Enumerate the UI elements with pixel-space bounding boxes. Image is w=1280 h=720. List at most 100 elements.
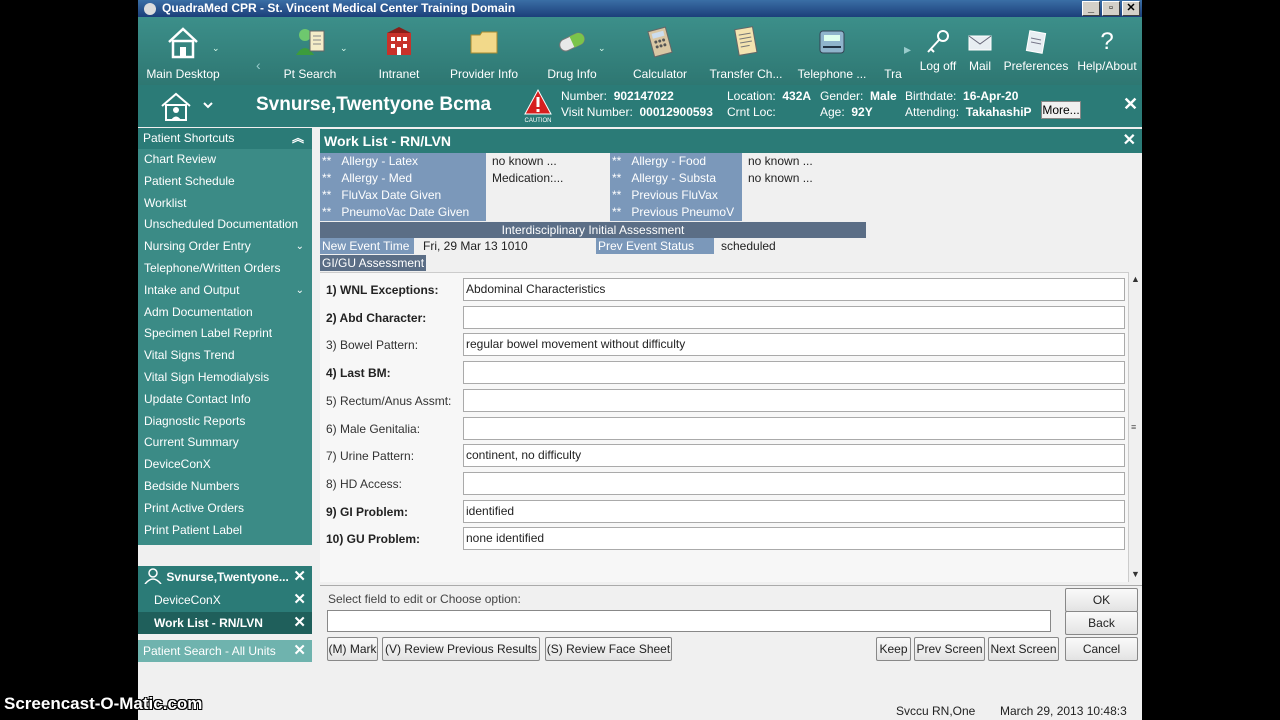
main-desktop-button[interactable]: ⌄ Main Desktop xyxy=(138,17,228,85)
allergy-med-value[interactable]: Medication:... xyxy=(486,170,610,187)
sidebar-item-telephone-written-orders[interactable]: Telephone/Written Orders xyxy=(138,258,312,280)
sidebar-item-vital-sign-hemodialysis[interactable]: Vital Sign Hemodialysis xyxy=(138,367,312,389)
review-face-sheet-button[interactable]: (S) Review Face Sheet xyxy=(545,637,672,661)
person-icon xyxy=(143,568,166,585)
ok-button[interactable]: OK xyxy=(1065,588,1138,612)
task-devicecon-item[interactable]: DeviceConX ✕ xyxy=(138,589,312,611)
patient-shortcuts-header[interactable]: Patient Shortcuts ︽ xyxy=(138,128,312,149)
sidebar-item-current-summary[interactable]: Current Summary xyxy=(138,432,312,454)
app-icon xyxy=(144,2,156,15)
field-input[interactable] xyxy=(463,361,1125,385)
back-button[interactable]: Back xyxy=(1065,611,1138,635)
task-label: DeviceConX xyxy=(154,593,221,607)
intranet-button[interactable]: Intranet xyxy=(360,17,438,85)
field-input[interactable] xyxy=(463,305,1125,329)
close-patient-icon[interactable]: ✕ xyxy=(1123,94,1138,115)
field-input[interactable]: Abdominal Characteristics xyxy=(463,278,1125,301)
field-input[interactable] xyxy=(463,471,1125,495)
field-input[interactable]: regular bowel movement without difficult… xyxy=(463,333,1125,357)
allergy-label: Allergy - Latex xyxy=(341,154,419,168)
collapse-up-icon[interactable]: ︽ xyxy=(292,128,304,149)
toolbar-label: Transfer Ch... xyxy=(709,67,783,81)
maximize-button[interactable]: ▫ xyxy=(1102,1,1120,16)
toolbar-label: Telephone ... xyxy=(797,67,867,81)
form-row: 3) Bowel Pattern: regular bowel movement … xyxy=(320,332,1128,360)
sidebar-item-label: Adm Documentation xyxy=(144,304,253,319)
sidebar-item-specimen-label-reprint[interactable]: Specimen Label Reprint xyxy=(138,323,312,345)
gender-label: Gender: xyxy=(820,89,864,103)
task-worklist-item[interactable]: Work List - RN/LVN ✕ xyxy=(138,612,312,634)
sidebar-item-print-patient-label[interactable]: Print Patient Label xyxy=(138,520,312,542)
form-row: 5) Rectum/Anus Assmt: xyxy=(320,388,1128,416)
sidebar-item-label: Worklist xyxy=(144,195,187,210)
next-screen-button[interactable]: Next Screen xyxy=(988,637,1059,661)
minimize-button[interactable]: _ xyxy=(1082,1,1100,16)
chevron-down-icon[interactable]: ⌄ xyxy=(296,236,304,258)
preferences-button[interactable]: Preferences xyxy=(1002,17,1070,85)
field-label: 9) GI Problem: xyxy=(326,504,409,519)
sidebar-item-worklist[interactable]: Worklist xyxy=(138,193,312,215)
command-input[interactable] xyxy=(327,610,1051,632)
provider-info-button[interactable]: Provider Info xyxy=(444,17,524,85)
allergy-label: Previous PneumoV xyxy=(631,205,735,219)
marker: ** xyxy=(322,188,332,202)
sidebar-item-print-active-orders[interactable]: Print Active Orders xyxy=(138,498,312,520)
form-scrollbar[interactable]: ▲ ≡ ▼ xyxy=(1128,272,1142,582)
scroll-down-icon[interactable]: ▼ xyxy=(1131,569,1140,579)
log-off-button[interactable]: Log off xyxy=(916,17,960,85)
caution-button[interactable]: CAUTION xyxy=(523,88,553,127)
sidebar-item-update-contact-info[interactable]: Update Contact Info xyxy=(138,389,312,411)
close-icon[interactable]: ✕ xyxy=(293,640,306,662)
marker: ** xyxy=(612,171,622,185)
telephone-button[interactable]: Telephone ... xyxy=(792,17,872,85)
allergy-food-value[interactable]: no known ... xyxy=(742,153,866,170)
scroll-grip-icon[interactable]: ≡ xyxy=(1131,422,1136,432)
sidebar-item-unscheduled-documentation[interactable]: Unscheduled Documentation xyxy=(138,214,312,236)
chevron-down-icon[interactable]: ⌄ xyxy=(296,280,304,302)
patient-home-button[interactable] xyxy=(158,89,218,126)
close-icon[interactable]: ✕ xyxy=(293,589,306,611)
sidebar-item-chart-review[interactable]: Chart Review xyxy=(138,149,312,171)
field-input[interactable]: continent, no difficulty xyxy=(463,444,1125,468)
fluvax-date-label: ** FluVax Date Given xyxy=(320,187,486,204)
sidebar-item-deviceconx[interactable]: DeviceConX xyxy=(138,454,312,476)
allergy-med-label: ** Allergy - Med xyxy=(320,170,486,187)
open-patient-item[interactable]: Svnurse,Twentyone... ✕ xyxy=(138,566,312,588)
keep-button[interactable]: Keep xyxy=(876,637,911,661)
close-icon[interactable]: ✕ xyxy=(293,612,306,634)
sidebar-item-diagnostic-reports[interactable]: Diagnostic Reports xyxy=(138,411,312,433)
allergy-substance-value[interactable]: no known ... xyxy=(742,170,866,187)
sidebar-item-intake-and-output[interactable]: Intake and Output ⌄ xyxy=(138,280,312,302)
form-row: 10) GU Problem: none identified xyxy=(320,526,1128,554)
close-window-button[interactable]: ✕ xyxy=(1122,1,1140,16)
mail-button[interactable]: Mail xyxy=(960,17,1000,85)
field-input[interactable]: none identified xyxy=(463,527,1125,551)
sidebar-item-bedside-numbers[interactable]: Bedside Numbers xyxy=(138,476,312,498)
sidebar-item-vital-signs-trend[interactable]: Vital Signs Trend xyxy=(138,345,312,367)
field-input[interactable]: identified xyxy=(463,499,1125,523)
sidebar-item-nursing-order-entry[interactable]: Nursing Order Entry ⌄ xyxy=(138,236,312,258)
allergy-latex-value[interactable]: no known ... xyxy=(486,153,610,170)
field-input[interactable] xyxy=(463,388,1125,412)
close-icon[interactable]: ✕ xyxy=(1123,129,1136,153)
scroll-up-icon[interactable]: ▲ xyxy=(1131,274,1140,284)
more-button[interactable]: More... xyxy=(1041,101,1081,119)
sidebar-item-adm-documentation[interactable]: Adm Documentation xyxy=(138,302,312,324)
help-about-button[interactable]: ? Help/About xyxy=(1076,17,1138,85)
patient-search-item[interactable]: Patient Search - All Units ✕ xyxy=(138,640,312,662)
calculator-button[interactable]: Calculator xyxy=(620,17,700,85)
pt-search-button[interactable]: ⌄ Pt Search xyxy=(270,17,350,85)
close-icon[interactable]: ✕ xyxy=(293,566,306,588)
mark-button[interactable]: (M) Mark xyxy=(327,637,378,661)
patient-name: Svnurse,Twentyone Bcma xyxy=(256,94,492,115)
cancel-button[interactable]: Cancel xyxy=(1065,637,1138,661)
marker: ** xyxy=(322,154,332,168)
sidebar-item-patient-schedule[interactable]: Patient Schedule xyxy=(138,171,312,193)
sidebar-item-label: Chart Review xyxy=(144,152,217,166)
drug-info-button[interactable]: ⌄ Drug Info xyxy=(532,17,612,85)
review-previous-results-button[interactable]: (V) Review Previous Results xyxy=(382,637,540,661)
transfer-chart-button[interactable]: Transfer Ch... xyxy=(706,17,786,85)
field-input[interactable] xyxy=(463,416,1125,440)
prev-screen-button[interactable]: Prev Screen xyxy=(914,637,985,661)
chevron-right-icon[interactable]: ▸ xyxy=(904,41,911,58)
